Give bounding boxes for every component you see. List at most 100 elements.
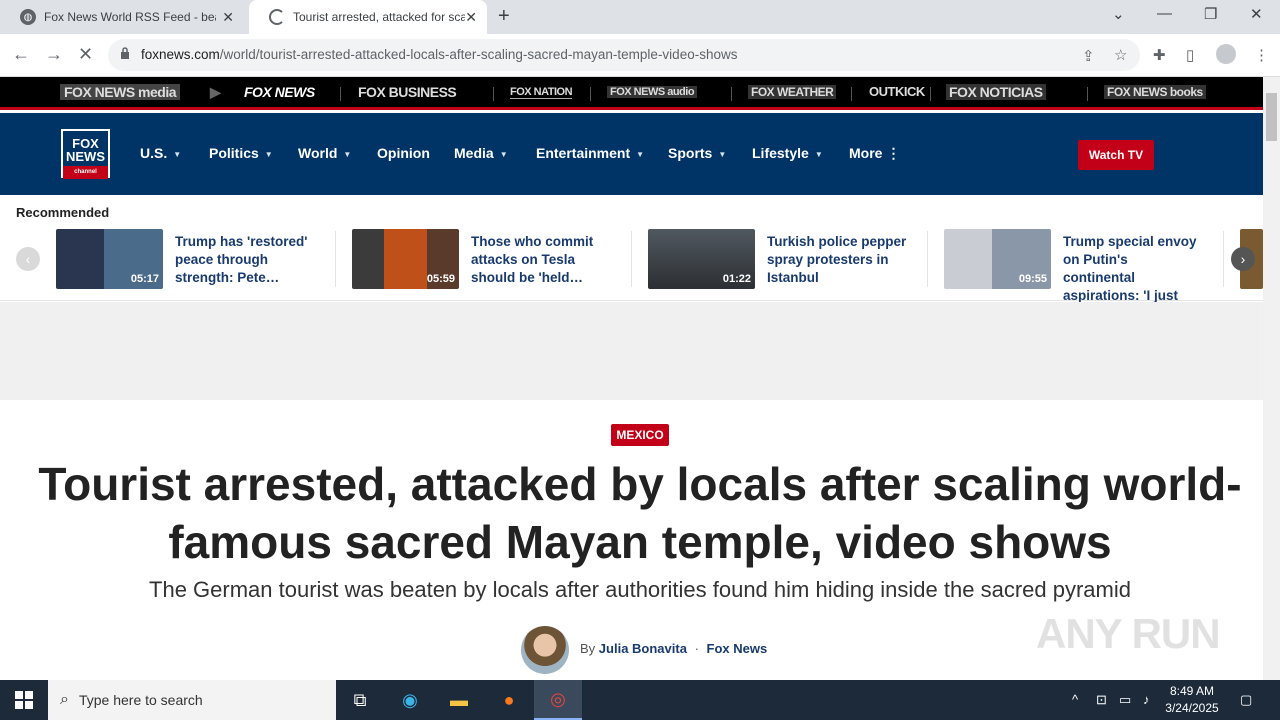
search-placeholder: Type here to search — [78, 692, 203, 708]
clock-date: 3/24/2025 — [1165, 701, 1219, 715]
card-headline: Trump has 'restored' peace through stren… — [175, 234, 308, 285]
article-subhead: The German tourist was beaten by locals … — [149, 577, 1131, 602]
brand-fox-nation[interactable]: FOX NATION — [510, 86, 573, 99]
windows-taskbar: ⌕ Type here to search ⧉ ◉ ▬ ● ◎ ^ ⊡ ▭ ♪ … — [0, 680, 1280, 720]
byline: By Julia Bonavita · Fox News — [580, 641, 767, 656]
video-thumbnail: 05:59 — [352, 229, 459, 289]
task-view-icon[interactable]: ⧉ — [336, 680, 384, 720]
volume-icon[interactable]: ♪ — [1143, 692, 1150, 707]
divider — [1223, 231, 1224, 287]
divider — [930, 87, 931, 101]
file-explorer-icon[interactable]: ▬ — [435, 680, 483, 720]
brand-outkick[interactable]: OUTKICK — [869, 84, 925, 99]
share-icon[interactable]: ⇪ — [1082, 47, 1095, 65]
more-dots-icon: ⋮ — [886, 145, 901, 161]
minimize-button[interactable]: — — [1157, 5, 1172, 22]
recommended-strip: Recommended ‹ 05:17 Trump has 'restored'… — [0, 195, 1263, 321]
carousel-next-button[interactable]: › — [1231, 247, 1255, 271]
forward-button[interactable]: → — [45, 44, 63, 65]
watermark: ANY RUN — [1036, 610, 1221, 657]
side-panel-icon[interactable]: ▯ — [1186, 46, 1194, 64]
caret-down-icon: ▼ — [718, 150, 727, 159]
divider — [1087, 87, 1088, 101]
caret-down-icon: ▼ — [499, 150, 508, 159]
carousel-prev-button[interactable]: ‹ — [16, 247, 40, 271]
brand-fox-noticias[interactable]: FOX NOTICIAS — [946, 84, 1046, 100]
nav-item-media[interactable]: Media ▼ — [454, 145, 508, 161]
nav-item-lifestyle[interactable]: Lifestyle ▼ — [752, 145, 823, 161]
bookmark-star-icon[interactable]: ☆ — [1114, 46, 1127, 64]
divider — [493, 87, 494, 101]
card-headline: Those who commit attacks on Tesla should… — [471, 234, 594, 285]
firefox-icon[interactable]: ● — [485, 680, 533, 720]
url-text: foxnews.com/world/tourist-arrested-attac… — [141, 47, 738, 62]
category-kicker[interactable]: MEXICO — [611, 424, 669, 446]
nav-item-politics[interactable]: Politics ▼ — [209, 145, 273, 161]
divider — [851, 87, 852, 101]
clock-time: 8:49 AM — [1169, 684, 1215, 698]
address-bar[interactable]: foxnews.com/world/tourist-arrested-attac… — [108, 39, 1140, 71]
windows-logo-icon — [15, 691, 33, 709]
page-scrollbar[interactable] — [1263, 77, 1280, 680]
play-arrow-icon: ▶ — [210, 84, 221, 100]
edge-icon[interactable]: ◉ — [386, 680, 434, 720]
caret-down-icon: ▼ — [814, 150, 823, 159]
nav-item-us[interactable]: U.S. ▼ — [140, 145, 181, 161]
byline-separator: · — [694, 641, 699, 656]
lock-icon — [121, 47, 129, 59]
divider — [335, 231, 336, 287]
nav-item-entertainment[interactable]: Entertainment ▼ — [536, 145, 644, 161]
fox-news-logo[interactable]: FOX NEWS channel — [61, 129, 110, 179]
notifications-icon[interactable]: ▢ — [1240, 692, 1252, 708]
watch-tv-button[interactable]: Watch TV — [1078, 140, 1154, 170]
nav-item-sports[interactable]: Sports ▼ — [668, 145, 726, 161]
start-button[interactable] — [0, 680, 48, 720]
new-tab-button[interactable]: + — [498, 5, 510, 28]
video-duration: 09:55 — [1018, 273, 1047, 285]
brand-fox-news-media[interactable]: FOX NEWS media — [60, 84, 181, 100]
restore-button[interactable]: ❐ — [1204, 5, 1217, 23]
stop-loading-button[interactable]: ✕ — [78, 44, 93, 65]
meet-now-icon[interactable]: ⊡ — [1096, 692, 1107, 708]
tray-chevron-icon[interactable]: ^ — [1072, 692, 1078, 707]
search-icon: ⌕ — [60, 691, 69, 708]
divider — [340, 87, 341, 101]
brand-fox-weather[interactable]: FOX WEATHER — [748, 85, 837, 99]
nav-item-world[interactable]: World ▼ — [298, 145, 351, 161]
back-button[interactable]: ← — [12, 44, 30, 65]
ad-placeholder — [0, 302, 1263, 400]
nav-item-more[interactable]: More ⋮ — [849, 145, 900, 162]
profile-avatar-icon[interactable] — [1216, 44, 1236, 64]
chrome-icon[interactable]: ◎ — [534, 680, 582, 720]
author-link[interactable]: Julia Bonavita — [599, 641, 687, 656]
video-thumbnail: 05:17 — [56, 229, 163, 289]
nav-item-opinion[interactable]: Opinion — [377, 145, 430, 161]
tab-close-icon[interactable]: ✕ — [465, 9, 477, 26]
tab-title: Tourist arrested, attacked for sca — [293, 10, 465, 24]
brand-fox-business[interactable]: FOX BUSINESS — [358, 84, 457, 100]
scrollbar-thumb[interactable] — [1266, 93, 1277, 141]
video-duration: 01:22 — [722, 273, 751, 285]
divider — [631, 231, 632, 287]
brand-fox-news[interactable]: FOX NEWS — [244, 84, 315, 100]
brand-fox-news-books[interactable]: FOX NEWS books — [1104, 85, 1206, 99]
brand-fox-news-audio[interactable]: FOX NEWS audio — [607, 86, 698, 98]
author-avatar[interactable] — [521, 626, 569, 674]
caret-down-icon: ▼ — [173, 150, 182, 159]
network-icon[interactable]: ▭ — [1119, 692, 1131, 708]
menu-kebab-icon[interactable]: ⋮ — [1254, 46, 1269, 64]
outlet-link[interactable]: Fox News — [707, 641, 768, 656]
divider — [590, 87, 591, 101]
taskbar-clock[interactable]: 8:49 AM 3/24/2025 — [1160, 683, 1224, 717]
taskbar-search[interactable]: ⌕ Type here to search — [48, 680, 336, 720]
caret-down-icon: ▼ — [343, 150, 352, 159]
extensions-icon[interactable]: ✚ — [1153, 46, 1166, 64]
tab-fox-rss[interactable]: ◍ Fox News World RSS Feed - bea ✕ — [0, 0, 244, 34]
close-window-button[interactable]: ✕ — [1250, 5, 1263, 23]
tab-article[interactable]: Tourist arrested, attacked for sca ✕ — [249, 0, 487, 34]
video-duration: 05:17 — [130, 273, 159, 285]
tab-close-icon[interactable]: ✕ — [222, 9, 234, 26]
tab-search-icon[interactable]: ⌄ — [1112, 5, 1125, 23]
browser-toolbar: ← → ✕ foxnews.com/world/tourist-arrested… — [0, 34, 1280, 77]
divider — [927, 231, 928, 287]
